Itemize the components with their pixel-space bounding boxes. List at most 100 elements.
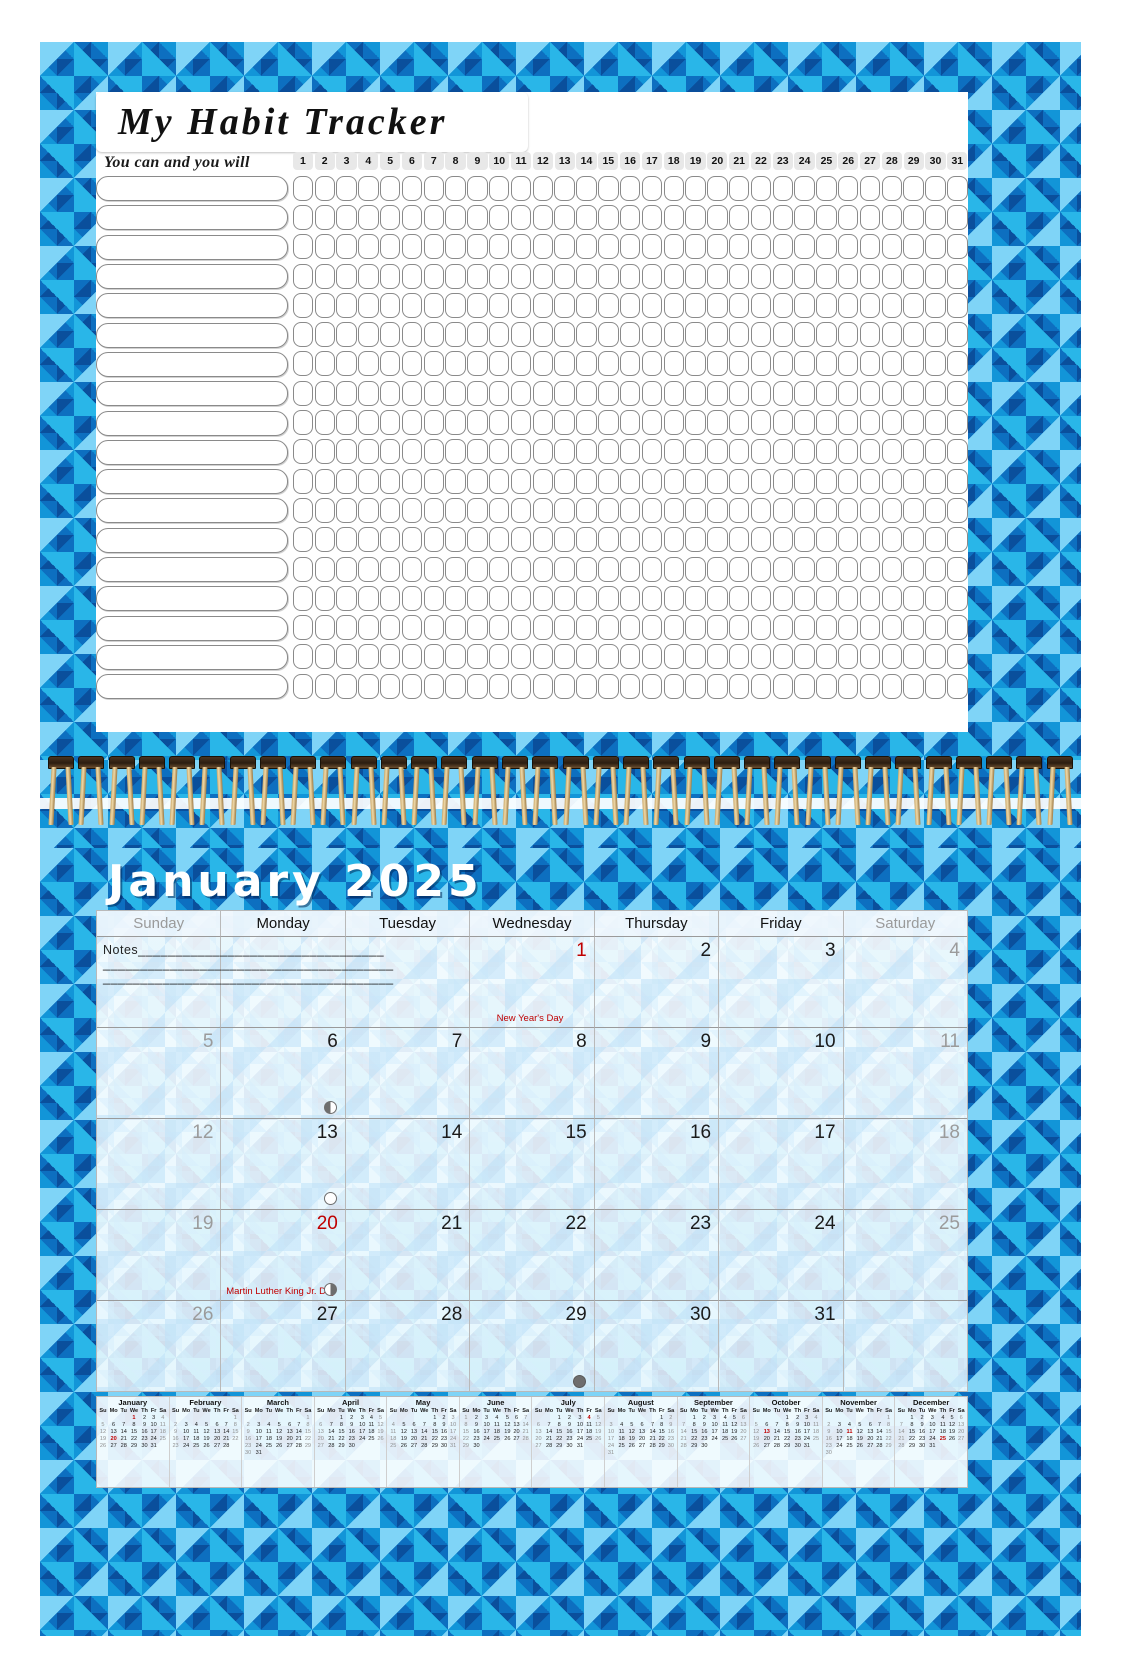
habit-name-input[interactable]: [96, 176, 288, 202]
habit-checkbox[interactable]: [903, 644, 924, 670]
habit-checkbox[interactable]: [554, 673, 575, 699]
habit-checkbox[interactable]: [947, 204, 968, 230]
habit-checkbox[interactable]: [510, 585, 532, 611]
habit-checkbox[interactable]: [554, 322, 575, 348]
calendar-day-cell[interactable]: 12: [97, 1119, 222, 1210]
habit-checkbox[interactable]: [445, 527, 466, 553]
calendar-day-cell[interactable]: [844, 1301, 967, 1392]
habit-checkbox[interactable]: [554, 175, 575, 201]
habit-checkbox[interactable]: [685, 439, 706, 465]
habit-checkbox[interactable]: [314, 292, 335, 318]
habit-checkbox[interactable]: [772, 410, 793, 436]
habit-checkbox[interactable]: [838, 673, 859, 699]
habit-checkbox[interactable]: [947, 468, 968, 494]
habit-checkbox[interactable]: [336, 204, 357, 230]
habit-checkbox[interactable]: [379, 322, 401, 348]
habit-checkbox[interactable]: [576, 234, 597, 260]
habit-checkbox[interactable]: [401, 175, 423, 201]
habit-checkbox[interactable]: [576, 410, 597, 436]
habit-name-input[interactable]: [96, 351, 288, 377]
habit-checkbox[interactable]: [445, 497, 466, 523]
habit-checkbox[interactable]: [728, 204, 750, 230]
habit-checkbox[interactable]: [772, 380, 793, 406]
habit-checkbox[interactable]: [772, 263, 793, 289]
habit-checkbox[interactable]: [489, 292, 510, 318]
habit-checkbox[interactable]: [838, 527, 859, 553]
habit-checkbox[interactable]: [794, 644, 815, 670]
habit-checkbox[interactable]: [423, 439, 444, 465]
habit-checkbox[interactable]: [794, 585, 815, 611]
habit-checkbox[interactable]: [838, 175, 859, 201]
habit-checkbox[interactable]: [489, 527, 510, 553]
habit-checkbox[interactable]: [707, 615, 728, 641]
habit-checkbox[interactable]: [816, 263, 837, 289]
habit-checkbox[interactable]: [467, 263, 488, 289]
calendar-day-cell[interactable]: 26: [97, 1301, 222, 1392]
habit-checkbox[interactable]: [314, 380, 335, 406]
habit-checkbox[interactable]: [816, 527, 837, 553]
habit-checkbox[interactable]: [510, 556, 532, 582]
habit-checkbox[interactable]: [532, 175, 554, 201]
habit-checkbox[interactable]: [292, 527, 314, 553]
habit-checkbox[interactable]: [881, 175, 903, 201]
calendar-day-cell[interactable]: 15: [470, 1119, 595, 1210]
habit-checkbox[interactable]: [445, 468, 466, 494]
habit-checkbox[interactable]: [554, 615, 575, 641]
habit-checkbox[interactable]: [663, 439, 684, 465]
habit-checkbox[interactable]: [314, 585, 335, 611]
habit-checkbox[interactable]: [445, 322, 466, 348]
habit-checkbox[interactable]: [619, 410, 641, 436]
habit-checkbox[interactable]: [489, 439, 510, 465]
habit-checkbox[interactable]: [358, 175, 379, 201]
habit-checkbox[interactable]: [707, 351, 728, 377]
calendar-day-cell[interactable]: 20 Martin Luther King Jr. Day: [221, 1210, 346, 1301]
habit-checkbox[interactable]: [859, 644, 881, 670]
habit-checkbox[interactable]: [336, 497, 357, 523]
habit-checkbox[interactable]: [358, 234, 379, 260]
habit-checkbox[interactable]: [489, 497, 510, 523]
habit-checkbox[interactable]: [903, 351, 924, 377]
habit-checkbox[interactable]: [641, 527, 663, 553]
habit-checkbox[interactable]: [728, 497, 750, 523]
habit-checkbox[interactable]: [641, 292, 663, 318]
habit-checkbox[interactable]: [794, 380, 815, 406]
habit-checkbox[interactable]: [641, 468, 663, 494]
habit-checkbox[interactable]: [467, 615, 488, 641]
habit-checkbox[interactable]: [532, 527, 554, 553]
habit-name-input[interactable]: [96, 322, 288, 348]
habit-checkbox[interactable]: [554, 204, 575, 230]
habit-checkbox[interactable]: [947, 292, 968, 318]
habit-checkbox[interactable]: [401, 585, 423, 611]
habit-checkbox[interactable]: [881, 615, 903, 641]
habit-checkbox[interactable]: [641, 673, 663, 699]
habit-checkbox[interactable]: [925, 497, 946, 523]
habit-checkbox[interactable]: [925, 351, 946, 377]
habit-checkbox[interactable]: [598, 468, 619, 494]
habit-checkbox[interactable]: [641, 556, 663, 582]
habit-checkbox[interactable]: [401, 292, 423, 318]
habit-checkbox[interactable]: [947, 351, 968, 377]
habit-checkbox[interactable]: [314, 615, 335, 641]
habit-checkbox[interactable]: [750, 175, 772, 201]
habit-checkbox[interactable]: [336, 585, 357, 611]
habit-checkbox[interactable]: [401, 468, 423, 494]
habit-checkbox[interactable]: [358, 380, 379, 406]
habit-checkbox[interactable]: [707, 380, 728, 406]
habit-checkbox[interactable]: [379, 439, 401, 465]
habit-checkbox[interactable]: [576, 497, 597, 523]
habit-checkbox[interactable]: [292, 615, 314, 641]
habit-checkbox[interactable]: [772, 497, 793, 523]
habit-checkbox[interactable]: [445, 556, 466, 582]
habit-checkbox[interactable]: [750, 263, 772, 289]
habit-name-input[interactable]: [96, 498, 288, 524]
habit-checkbox[interactable]: [532, 497, 554, 523]
habit-checkbox[interactable]: [881, 439, 903, 465]
calendar-day-cell[interactable]: 2: [594, 937, 720, 1028]
habit-checkbox[interactable]: [750, 644, 772, 670]
habit-checkbox[interactable]: [489, 468, 510, 494]
calendar-day-cell[interactable]: 29: [470, 1301, 595, 1392]
habit-checkbox[interactable]: [576, 263, 597, 289]
habit-checkbox[interactable]: [859, 527, 881, 553]
habit-name-input[interactable]: [96, 557, 288, 582]
habit-checkbox[interactable]: [947, 439, 968, 465]
